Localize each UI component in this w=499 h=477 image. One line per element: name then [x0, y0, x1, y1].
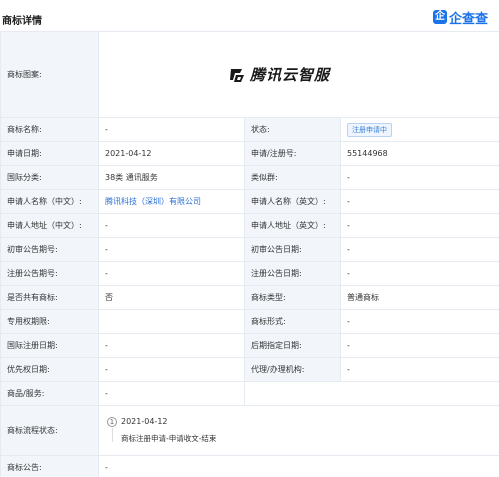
table-row: 优先权日期: - 代理/办理机构: - [0, 357, 499, 382]
qichacha-icon: 企 [433, 10, 447, 24]
table-row: 专用权期限: 商标形式: - [0, 309, 499, 334]
goods-label: 商品/服务: [0, 381, 99, 406]
field-label: 商标形式: [244, 309, 341, 334]
field-value: - [339, 165, 499, 190]
table-row: 商标图案: 腾讯云智服 [0, 31, 499, 118]
table-row: 初审公告期号: - 初审公告日期: - [0, 237, 499, 262]
field-value: - [98, 357, 245, 382]
field-value: 腾讯科技（深圳）有限公司 [98, 189, 245, 214]
table-row: 是否共有商标: 否商标类型: 普通商标 [0, 285, 499, 310]
table-row: 商标名称: - 状态: 注册申请中 [0, 117, 499, 142]
step-number-icon: 1 [107, 417, 117, 427]
field-value: - [339, 237, 499, 262]
field-value: 普通商标 [339, 285, 499, 310]
field-label: 后期指定日期: [244, 333, 341, 358]
field-value: - [339, 213, 499, 238]
field-label: 国际注册日期: [0, 333, 99, 358]
brand-name: 企查查 [449, 11, 489, 27]
field-value: - [98, 117, 245, 142]
trademark-detail-table: 商标图案: 腾讯云智服 商标名称: - 状态: 注册申请中 申请日期: 2021-04-1… [0, 31, 499, 477]
field-label: 注册公告日期: [244, 261, 341, 286]
field-value: - [98, 213, 245, 238]
field-label: 商标类型: [244, 285, 341, 310]
trademark-image: 腾讯云智服 [97, 31, 499, 118]
field-label: 优先权日期: [0, 357, 99, 382]
field-label: 初审公告日期: [244, 237, 341, 262]
field-value: - [339, 333, 499, 358]
table-row: 注册公告期号: - 注册公告日期: - [0, 261, 499, 286]
flow-timeline: 1 2021-04-12 商标注册申请-申请收文-结束 [97, 405, 499, 456]
page-header: 商标详情 企 企查查 [0, 0, 499, 32]
trademark-text: 腾讯云智服 [250, 66, 331, 84]
field-value: - [339, 309, 499, 334]
field-label: 专用权期限: [0, 309, 99, 334]
flow-description: 商标注册申请-申请收文-结束 [121, 434, 217, 443]
table-row: 商标流程状态: 1 2021-04-12 商标注册申请-申请收文-结束 [0, 405, 499, 456]
field-label: 国际分类: [0, 165, 99, 190]
flow-label: 商标流程状态: [0, 405, 99, 456]
table-row: 申请人名称（中文）: 腾讯科技（深圳）有限公司 申请人名称（英文）: - [0, 189, 499, 214]
field-value: - [339, 189, 499, 214]
field-label: 申请人名称（中文）: [0, 189, 99, 214]
field-label: 注册公告期号: [0, 261, 99, 286]
field-label: 申请人地址（英文）: [244, 213, 341, 238]
empty-cell [243, 381, 499, 406]
table-row: 申请人地址（中文）: - 申请人地址（英文）: - [0, 213, 499, 238]
notice-value: - [97, 455, 499, 477]
field-value [98, 309, 245, 334]
field-label: 代理/办理机构: [244, 357, 341, 382]
field-value: - [98, 333, 245, 358]
field-value: - [98, 237, 245, 262]
notice-label: 商标公告: [0, 455, 99, 477]
timeline-line [112, 428, 113, 442]
applicant-link[interactable]: 腾讯科技（深圳）有限公司 [105, 197, 201, 206]
goods-value: - [98, 381, 245, 406]
field-value: 2021-04-12 [98, 141, 245, 166]
field-value: 38类 通讯服务 [98, 165, 245, 190]
field-value: - [339, 261, 499, 286]
tencent-cloud-mark-icon [230, 68, 244, 82]
field-value: 否 [98, 285, 245, 310]
field-label: 是否共有商标: [0, 285, 99, 310]
field-value: - [339, 357, 499, 382]
field-value: 55144968 [339, 141, 499, 166]
field-label: 商标名称: [0, 117, 99, 142]
field-label: 申请人地址（中文）: [0, 213, 99, 238]
field-label: 初审公告期号: [0, 237, 99, 262]
table-row: 国际分类: 38类 通讯服务 类似群: - [0, 165, 499, 190]
page-title: 商标详情 [2, 16, 42, 27]
table-row: 商标公告: - [0, 455, 499, 477]
qichacha-logo[interactable]: 企 企查查 [433, 8, 489, 27]
status-badge-cell: 注册申请中 [339, 117, 499, 142]
table-row: 商品/服务: - [0, 381, 499, 406]
field-label: 类似群: [244, 165, 341, 190]
field-label: 状态: [244, 117, 341, 142]
table-row: 申请日期: 2021-04-12 申请/注册号: 55144968 [0, 141, 499, 166]
field-label: 申请日期: [0, 141, 99, 166]
logo-label: 商标图案: [0, 31, 99, 118]
table-row: 国际注册日期: - 后期指定日期: - [0, 333, 499, 358]
field-value: - [98, 261, 245, 286]
field-label: 申请/注册号: [244, 141, 341, 166]
field-label: 申请人名称（英文）: [244, 189, 341, 214]
flow-date: 2021-04-12 [121, 417, 168, 426]
status-badge: 注册申请中 [347, 122, 392, 137]
